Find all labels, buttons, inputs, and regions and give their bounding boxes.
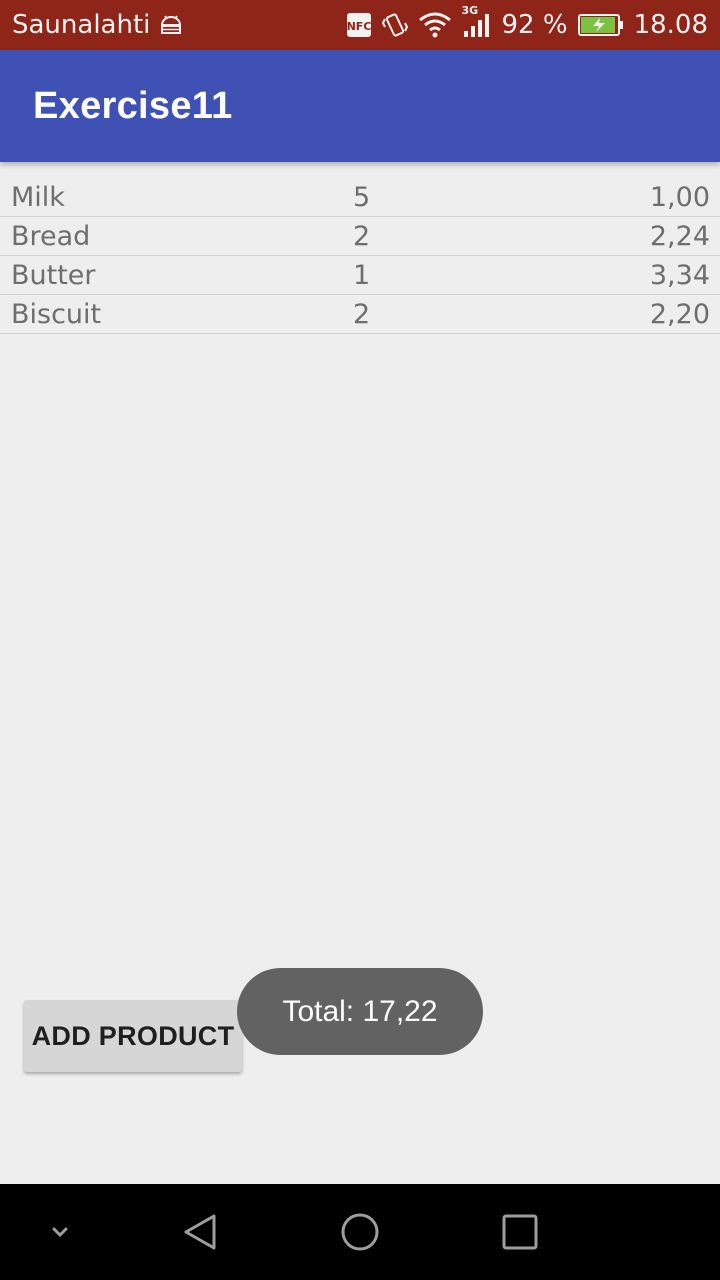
- list-item[interactable]: Milk 5 1,00: [0, 178, 720, 217]
- product-quantity: 5: [353, 182, 371, 213]
- back-icon[interactable]: [160, 1184, 240, 1280]
- clock: 18.08: [633, 10, 708, 40]
- signal-icon: 3G: [462, 4, 492, 38]
- product-quantity: 1: [353, 260, 371, 291]
- toast-message: Total: 17,22: [282, 994, 438, 1028]
- vibrate-icon: [381, 11, 408, 39]
- wifi-icon: [418, 12, 452, 38]
- home-icon[interactable]: [320, 1184, 400, 1280]
- product-name: Milk: [11, 182, 65, 213]
- product-price: 1,00: [649, 182, 710, 213]
- nfc-label: NFC: [346, 20, 371, 33]
- carrier-name: Saunalahti: [12, 10, 151, 40]
- network-type-label: 3G: [461, 4, 479, 17]
- product-price: 3,34: [649, 260, 710, 291]
- product-name: Biscuit: [11, 299, 102, 330]
- navigation-bar: [0, 1184, 720, 1280]
- hide-keyboard-icon[interactable]: [30, 1184, 90, 1280]
- product-name: Bread: [11, 221, 91, 252]
- product-quantity: 2: [353, 299, 371, 330]
- product-price: 2,20: [649, 299, 710, 330]
- recents-icon[interactable]: [480, 1184, 560, 1280]
- product-list: Milk 5 1,00 Bread 2 2,24 Butter 1 3,34 B…: [0, 178, 720, 334]
- nfc-icon: NFC: [346, 12, 372, 38]
- list-item[interactable]: Butter 1 3,34: [0, 256, 720, 295]
- total-toast: Total: 17,22: [237, 968, 483, 1055]
- product-quantity: 2: [353, 221, 371, 252]
- android-debug-icon: [158, 13, 184, 37]
- status-bar: Saunalahti NFC 3G 92 % 18.08: [0, 0, 720, 50]
- list-item[interactable]: Bread 2 2,24: [0, 217, 720, 256]
- battery-percent: 92 %: [501, 10, 568, 40]
- app-bar: Exercise11: [0, 50, 720, 162]
- add-product-button[interactable]: ADD PRODUCT: [24, 1000, 242, 1072]
- battery-charging-icon: [577, 13, 624, 37]
- list-item[interactable]: Biscuit 2 2,20: [0, 295, 720, 334]
- app-title: Exercise11: [33, 84, 233, 127]
- product-name: Butter: [11, 260, 96, 291]
- product-price: 2,24: [649, 221, 710, 252]
